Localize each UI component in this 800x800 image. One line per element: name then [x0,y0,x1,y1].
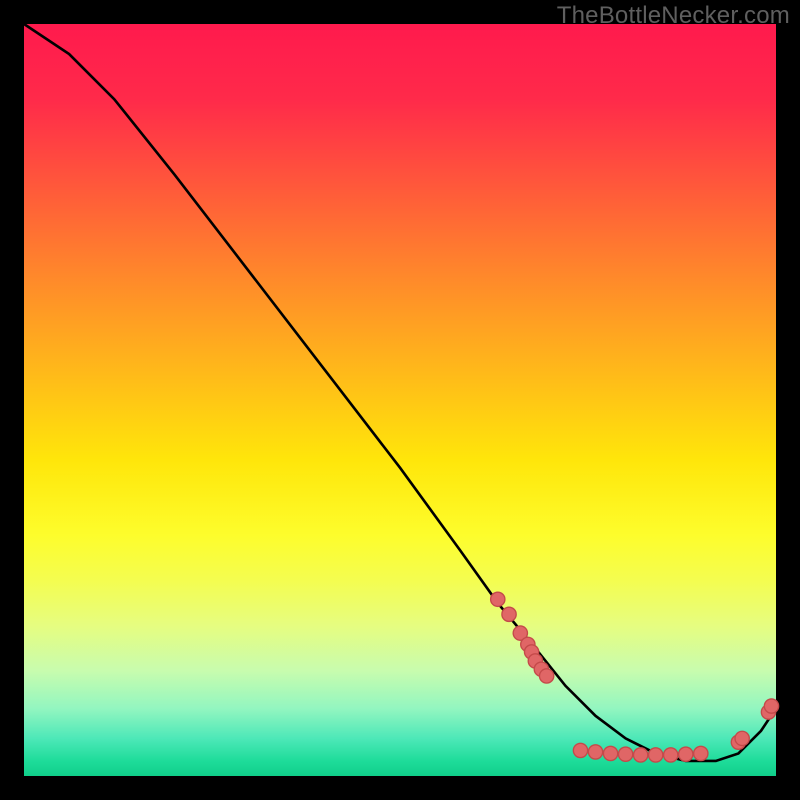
data-dot [649,748,663,762]
data-dot [539,669,553,683]
data-dot [573,743,587,757]
data-dot [694,746,708,760]
chart-frame: TheBottleNecker.com [0,0,800,800]
data-dots-group [491,592,779,762]
data-dot [633,748,647,762]
data-dot [664,748,678,762]
data-dot [735,731,749,745]
data-dot [603,746,617,760]
chart-overlay-svg [24,24,776,776]
data-dot [491,592,505,606]
data-dot [502,607,516,621]
data-dot [679,747,693,761]
watermark-text: TheBottleNecker.com [557,2,790,30]
data-dot [618,747,632,761]
data-dot [764,699,778,713]
data-dot [588,745,602,759]
bottleneck-curve [24,24,776,761]
